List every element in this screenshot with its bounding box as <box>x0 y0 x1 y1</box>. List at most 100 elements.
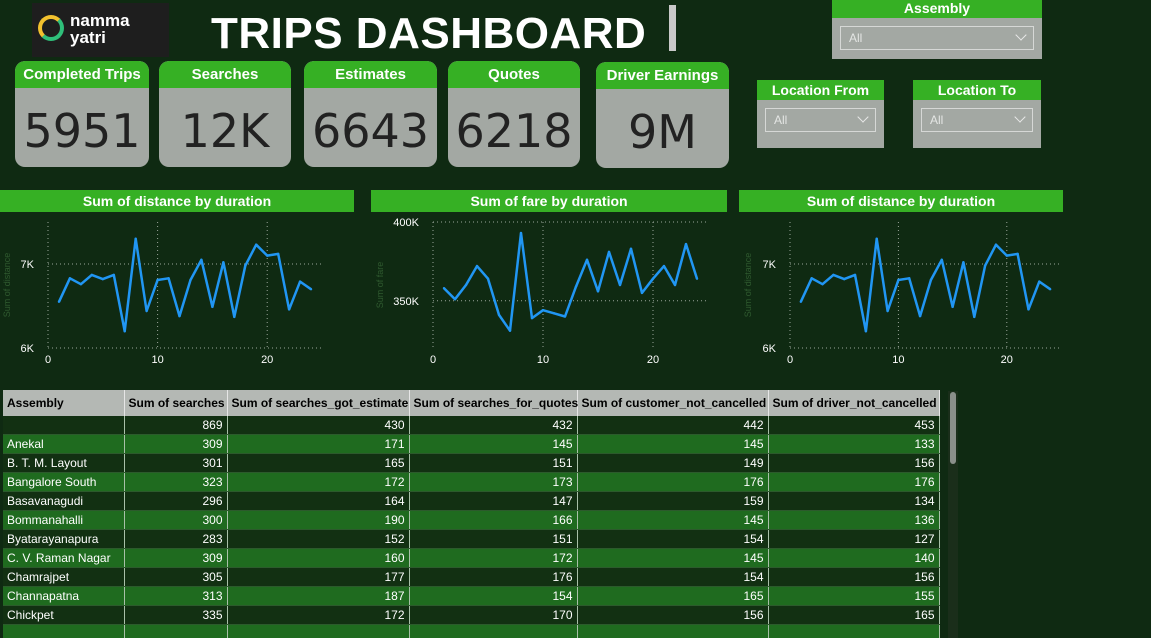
data-point[interactable] <box>266 254 269 257</box>
data-point[interactable] <box>79 282 83 286</box>
data-point[interactable] <box>178 314 181 318</box>
data-point[interactable] <box>596 290 600 293</box>
data-point[interactable] <box>673 283 677 287</box>
data-point[interactable] <box>211 305 214 309</box>
data-point[interactable] <box>951 305 954 309</box>
location-to-dropdown[interactable]: All <box>921 108 1033 132</box>
data-point[interactable] <box>442 286 446 290</box>
line-chart-fare[interactable]: 400K 350K 0 10 20 Sum of fare <box>371 212 731 372</box>
data-point[interactable] <box>134 237 137 240</box>
data-point[interactable] <box>810 277 813 280</box>
data-point[interactable] <box>962 261 965 264</box>
data-point[interactable] <box>651 277 655 280</box>
kpi-card-quotes[interactable]: Quotes 6218 <box>448 61 580 167</box>
data-point[interactable] <box>875 237 878 240</box>
data-point[interactable] <box>68 277 72 280</box>
table-scrollbar-thumb[interactable] <box>950 392 956 464</box>
data-point[interactable] <box>287 308 291 311</box>
data-point[interactable] <box>908 277 911 280</box>
data-point[interactable] <box>244 264 247 267</box>
table-row[interactable]: 869 430 432 442 453 <box>3 416 940 435</box>
table-row[interactable]: Bangalore South 323 172 173 176 176 <box>3 472 940 492</box>
column-header[interactable]: Sum of customer_not_cancelled <box>577 390 769 416</box>
data-point[interactable] <box>200 258 203 261</box>
data-point[interactable] <box>552 312 556 315</box>
data-point[interactable] <box>530 316 534 320</box>
assembly-dropdown[interactable]: All <box>840 26 1034 50</box>
kpi-card-estimates[interactable]: Estimates 6643 <box>304 61 437 167</box>
data-point[interactable] <box>309 288 313 291</box>
data-point[interactable] <box>1038 280 1041 283</box>
table-row[interactable]: C. V. Raman Nagar 309 160 172 145 140 <box>3 548 940 568</box>
data-point[interactable] <box>519 231 523 235</box>
data-point[interactable] <box>897 278 900 282</box>
table-row[interactable]: B. T. M. Layout 301 165 151 149 156 <box>3 453 940 473</box>
table-row[interactable]: Byatarayanapura 283 152 151 154 127 <box>3 529 940 549</box>
column-header[interactable]: Sum of searches_for_quotes <box>409 390 578 416</box>
data-point[interactable] <box>574 285 578 288</box>
table-row[interactable]: Anekal 309 171 145 145 133 <box>3 434 940 454</box>
table-row[interactable]: Channapatna 313 187 154 165 155 <box>3 586 940 606</box>
data-point[interactable] <box>464 283 468 287</box>
data-point[interactable] <box>1027 308 1030 311</box>
data-point[interactable] <box>123 330 126 333</box>
data-point[interactable] <box>940 258 943 261</box>
data-point[interactable] <box>101 277 105 281</box>
column-header[interactable]: Sum of searches_got_estimate <box>227 390 410 416</box>
data-point[interactable] <box>453 297 457 301</box>
data-point[interactable] <box>90 273 94 277</box>
data-point[interactable] <box>629 247 633 250</box>
data-point[interactable] <box>843 277 846 281</box>
kpi-card-driver-earnings[interactable]: Driver Earnings 9M <box>596 62 729 168</box>
data-point[interactable] <box>585 258 589 261</box>
table-row[interactable]: Chamrajpet 305 177 176 154 156 <box>3 567 940 587</box>
series-line[interactable] <box>57 237 312 333</box>
data-point[interactable] <box>276 252 280 256</box>
line-chart-distance-1[interactable]: 7K 6K 0 10 20 Sum of distance <box>0 212 360 372</box>
data-point[interactable] <box>541 309 545 312</box>
data-point[interactable] <box>832 273 835 277</box>
kpi-card-completed-trips[interactable]: Completed Trips 5951 <box>15 61 149 167</box>
data-point[interactable] <box>983 264 987 267</box>
line-chart-distance-2[interactable]: 7K 6K 0 10 20 Sum of distance <box>739 212 1069 372</box>
data-point[interactable] <box>607 250 611 254</box>
column-header[interactable]: Sum of searches <box>124 390 228 416</box>
data-point[interactable] <box>475 264 479 268</box>
data-point[interactable] <box>929 278 933 282</box>
column-header[interactable]: Assembly <box>3 390 125 416</box>
data-point[interactable] <box>1005 254 1008 257</box>
data-point[interactable] <box>1048 288 1052 291</box>
column-header[interactable]: Sum of driver_not_cancelled <box>768 390 940 416</box>
data-point[interactable] <box>255 243 258 246</box>
data-point[interactable] <box>973 315 976 319</box>
data-point[interactable] <box>799 300 803 303</box>
series-line[interactable] <box>799 237 1051 333</box>
data-point[interactable] <box>167 277 170 280</box>
data-point[interactable] <box>1016 252 1019 256</box>
data-point[interactable] <box>853 273 857 277</box>
data-point[interactable] <box>298 280 302 283</box>
data-point[interactable] <box>508 329 512 332</box>
table-row[interactable]: Basavanagudi 296 164 147 159 134 <box>3 491 940 511</box>
data-point[interactable] <box>145 309 148 313</box>
table-row[interactable] <box>3 624 940 638</box>
data-point[interactable] <box>497 313 501 317</box>
kpi-card-searches[interactable]: Searches 12K <box>159 61 291 167</box>
data-point[interactable] <box>662 264 666 268</box>
data-point[interactable] <box>156 278 159 282</box>
data-point[interactable] <box>886 309 889 313</box>
series-line[interactable] <box>443 231 699 332</box>
data-point[interactable] <box>563 315 567 318</box>
data-point[interactable] <box>486 277 490 280</box>
data-point[interactable] <box>821 282 824 286</box>
data-point[interactable] <box>864 330 868 333</box>
location-from-dropdown[interactable]: All <box>765 108 876 132</box>
data-point[interactable] <box>918 314 922 318</box>
data-point[interactable] <box>695 277 699 280</box>
data-point[interactable] <box>233 315 236 319</box>
table-row[interactable]: Bommanahalli 300 190 166 145 136 <box>3 510 940 530</box>
data-point[interactable] <box>189 278 192 282</box>
data-point[interactable] <box>222 261 225 264</box>
data-point[interactable] <box>994 243 998 246</box>
data-point[interactable] <box>57 300 61 303</box>
